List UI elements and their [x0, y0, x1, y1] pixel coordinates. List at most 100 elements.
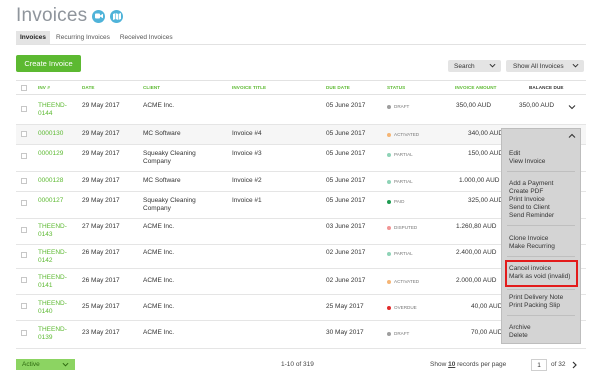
invoice-number-link[interactable]: THEEND- 0140	[38, 300, 67, 316]
active-filter-label: Active	[22, 361, 40, 368]
next-page-chevron-icon[interactable]	[571, 361, 578, 369]
menu-send-to-client[interactable]: Send to Client	[509, 204, 550, 212]
menu-print-delivery-note[interactable]: Print Delivery Note	[509, 294, 563, 302]
chevron-down-icon	[489, 63, 496, 68]
invoice-number-link[interactable]: 0000127	[38, 197, 63, 205]
col-inv[interactable]: INV #	[38, 85, 50, 90]
col-date[interactable]: DATE	[82, 85, 95, 90]
search-button-label: Search	[454, 62, 475, 70]
col-balance-due[interactable]: BALANCE DUE	[529, 85, 564, 90]
menu-divider	[507, 315, 575, 316]
row-expand-chevron-icon[interactable]	[568, 103, 576, 111]
menu-send-reminder[interactable]: Send Reminder	[509, 212, 554, 220]
invoice-number-link[interactable]: THEEND- 0144	[38, 102, 67, 118]
menu-make-recurring[interactable]: Make Recurring	[509, 243, 555, 251]
menu-mark-as-void[interactable]: Mark as void (invalid)	[509, 273, 570, 281]
col-due-date[interactable]: DUE DATE	[326, 85, 350, 90]
col-status[interactable]: STATUS	[387, 85, 405, 90]
invoice-actions-dropdown: Edit View Invoice Add a Payment Create P…	[501, 128, 581, 344]
row-checkbox[interactable]	[21, 227, 27, 233]
row-checkbox[interactable]	[21, 131, 27, 137]
invoice-date: 23 May 2017	[82, 329, 120, 336]
invoice-number-link[interactable]: 0000128	[38, 177, 63, 185]
row-checkbox[interactable]	[21, 106, 27, 112]
menu-edit[interactable]: Edit	[509, 150, 520, 158]
status-badge: DISPUTED	[387, 225, 417, 230]
invoice-tabs: Invoices Recurring Invoices Received Inv…	[16, 31, 179, 44]
menu-print-invoice[interactable]: Print Invoice	[509, 196, 545, 204]
client-name: MC Software	[143, 130, 181, 137]
client-name: Squeaky Cleaning Company	[143, 150, 196, 165]
menu-delete[interactable]: Delete	[509, 332, 528, 340]
page-total: of 32	[551, 361, 566, 368]
page-number-input[interactable]: 1	[531, 359, 547, 371]
invoice-number-link[interactable]: THEEND- 0143	[38, 223, 67, 239]
row-checkbox[interactable]	[21, 330, 27, 336]
status-badge: PARTIAL	[387, 152, 413, 157]
row-checkbox[interactable]	[21, 200, 27, 206]
chevron-down-icon	[62, 362, 69, 367]
video-icon[interactable]	[92, 9, 106, 23]
client-name: ACME Inc.	[143, 223, 175, 230]
menu-divider	[507, 171, 575, 172]
invoice-title: Invoice #4	[232, 130, 262, 137]
menu-divider	[507, 256, 575, 257]
menu-view-invoice[interactable]: View Invoice	[509, 158, 545, 166]
invoice-number-link[interactable]: THEEND- 0139	[38, 326, 67, 342]
menu-divider	[507, 225, 575, 226]
active-filter-select[interactable]: Active	[16, 359, 75, 370]
row-checkbox[interactable]	[21, 252, 27, 258]
chevron-down-icon	[572, 63, 579, 68]
menu-add-payment[interactable]: Add a Payment	[509, 180, 553, 188]
due-date: 05 June 2017	[326, 197, 366, 204]
due-date: 30 May 2017	[326, 329, 364, 336]
status-dot-icon	[387, 179, 391, 184]
invoice-title: Invoice #2	[232, 177, 262, 184]
row-checkbox[interactable]	[21, 153, 27, 159]
col-invoice-amount[interactable]: INVOICE AMOUNT	[455, 85, 497, 90]
menu-create-pdf[interactable]: Create PDF	[509, 188, 543, 196]
invoice-number-link[interactable]: 0000129	[38, 150, 63, 158]
row-checkbox[interactable]	[21, 303, 27, 309]
record-range: 1-10 of 319	[281, 361, 314, 368]
invoice-amount: 350,00 AUD	[456, 102, 492, 109]
client-name: ACME Inc.	[143, 329, 175, 336]
menu-cancel-invoice[interactable]: Cancel invoice	[509, 265, 551, 273]
row-checkbox[interactable]	[21, 277, 27, 283]
select-all-checkbox[interactable]	[21, 85, 27, 91]
status-badge: PARTIAL	[387, 251, 413, 256]
guide-map-icon[interactable]	[110, 9, 124, 23]
invoice-amount: 2.400,00 AUD	[456, 249, 497, 256]
show-all-invoices-filter[interactable]: Show All Invoices	[506, 60, 584, 72]
due-date: 05 June 2017	[326, 150, 366, 157]
menu-clone-invoice[interactable]: Clone Invoice	[509, 235, 548, 243]
invoice-amount: 325,00 AUD	[468, 197, 504, 204]
menu-archive[interactable]: Archive	[509, 324, 531, 332]
tab-received-invoices[interactable]: Received Invoices	[116, 31, 177, 44]
table-row[interactable]: THEEND- 0144 29 May 2017 ACME Inc. 05 Jun…	[16, 95, 586, 125]
menu-print-packing-slip[interactable]: Print Packing Slip	[509, 302, 560, 310]
status-badge: DRAFT	[387, 104, 409, 109]
col-invoice-title[interactable]: INVOICE TITLE	[232, 85, 266, 90]
invoice-date: 27 May 2017	[82, 223, 120, 230]
balance-due: 350,00 AUD	[519, 102, 555, 109]
status-dot-icon	[387, 251, 391, 256]
menu-divider	[507, 289, 575, 290]
invoice-number-link[interactable]: 0000130	[38, 130, 63, 138]
client-name: ACME Inc.	[143, 102, 175, 109]
page-header: Invoices	[16, 4, 124, 28]
due-date: 25 May 2017	[326, 303, 364, 310]
row-checkbox[interactable]	[21, 178, 27, 184]
invoice-date: 29 May 2017	[82, 150, 120, 157]
invoice-number-link[interactable]: THEEND- 0142	[38, 249, 67, 265]
per-page-count[interactable]: 10	[448, 361, 455, 368]
tab-recurring-invoices[interactable]: Recurring Invoices	[52, 31, 114, 44]
chevron-up-icon[interactable]	[568, 132, 576, 140]
invoice-number-link[interactable]: THEEND- 0141	[38, 274, 67, 290]
tab-invoices[interactable]: Invoices	[16, 31, 51, 44]
status-dot-icon	[387, 152, 391, 157]
search-button[interactable]: Search	[448, 60, 501, 72]
status-badge: ACTIVATED	[387, 132, 419, 137]
col-client[interactable]: CLIENT	[143, 85, 160, 90]
create-invoice-button[interactable]: Create Invoice	[16, 55, 81, 72]
